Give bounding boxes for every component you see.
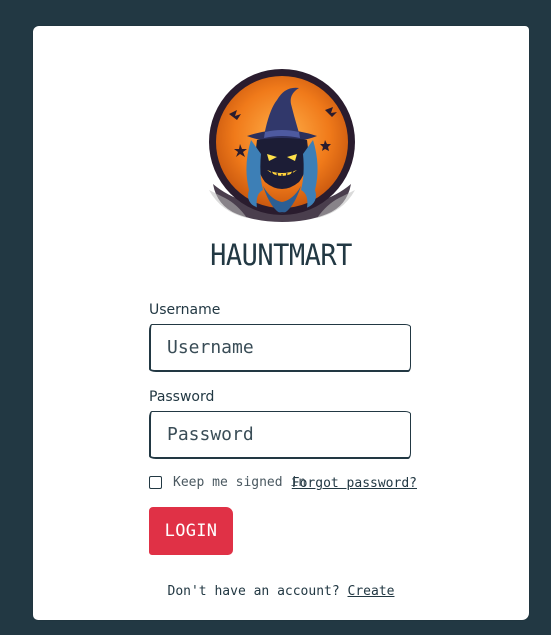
username-label: Username [149,302,221,318]
brand-name: HAUNTMART [210,238,352,273]
username-input[interactable] [149,324,411,372]
login-card: HAUNTMART Username Password Keep me sign… [33,26,529,620]
login-button[interactable]: LOGIN [149,507,233,555]
signup-prompt: Don't have an account? Create [33,582,529,602]
forgot-password-link[interactable]: Forgot password? [292,474,417,494]
keep-signed-in-checkbox[interactable] [149,476,162,489]
password-label: Password [149,389,215,405]
keep-signed-in-label[interactable]: Keep me signed in [173,473,306,493]
signup-prompt-text: Don't have an account? [167,584,340,599]
create-account-link[interactable]: Create [348,584,395,599]
witch-skull-icon [209,69,355,222]
remember-row: Keep me signed in Forgot password? [149,473,417,495]
login-form: Username Password Keep me signed in Forg… [149,301,417,495]
password-input[interactable] [149,411,411,459]
